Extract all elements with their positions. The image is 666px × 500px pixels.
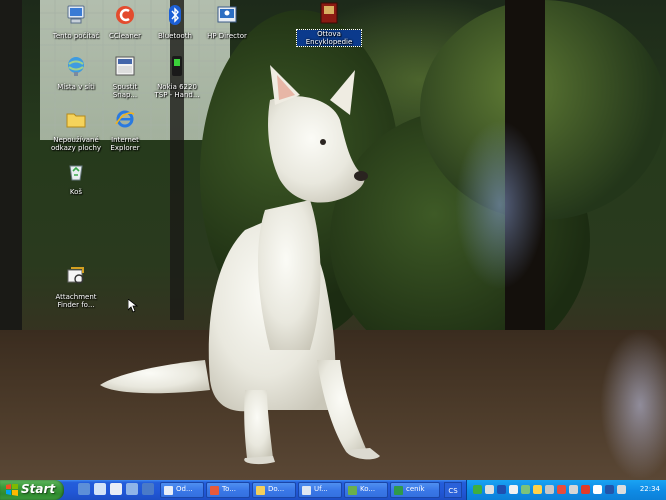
tray-icon[interactable] xyxy=(593,485,602,494)
window-icon xyxy=(348,486,357,495)
internet-explorer-icon xyxy=(115,110,135,128)
quick-launch-folder-icon[interactable] xyxy=(142,483,154,495)
hp-director-icon xyxy=(217,6,237,23)
desktop-icon-hp-director[interactable]: HP Director xyxy=(195,4,259,40)
taskbar-button[interactable]: ceník xyxy=(390,482,440,498)
quick-launch-media-icon[interactable] xyxy=(126,483,138,495)
tray-icon[interactable] xyxy=(545,485,554,494)
desktop-icon-internet-explorer[interactable]: Internet Explorer xyxy=(93,108,157,152)
phone-icon xyxy=(172,56,182,76)
quick-launch-messenger-icon[interactable] xyxy=(94,483,106,495)
tray-icon[interactable] xyxy=(569,485,578,494)
taskbar-button-label: Do... xyxy=(268,485,285,493)
window-icon xyxy=(164,486,173,495)
desktop-icon-nokia-6220[interactable]: Nokia 6220 TSP - Hand... xyxy=(145,55,209,99)
wallpaper-glare xyxy=(455,120,545,290)
recycle-bin-icon xyxy=(69,165,83,181)
tray-icon[interactable] xyxy=(497,485,506,494)
tray-icon[interactable] xyxy=(557,485,566,494)
wallpaper-post xyxy=(0,0,22,330)
desktop-icon-label: Attachment Finder fo... xyxy=(55,293,97,309)
snap-app-icon xyxy=(115,56,135,76)
taskbar-button[interactable]: Ko... xyxy=(344,482,388,498)
folder-icon xyxy=(66,113,86,128)
quick-launch-explorer-icon[interactable] xyxy=(78,483,90,495)
system-tray: 22:34 xyxy=(466,480,666,500)
clock[interactable]: 22:34 xyxy=(640,485,660,493)
language-indicator[interactable]: CS xyxy=(444,482,462,498)
tray-icon[interactable] xyxy=(581,485,590,494)
quick-launch-desktop-icon[interactable] xyxy=(110,483,122,495)
taskbar-button-label: Uf... xyxy=(314,485,328,493)
windows-flag-icon xyxy=(6,484,18,496)
window-icon xyxy=(256,486,265,495)
taskbar-button[interactable]: Do... xyxy=(252,482,296,498)
desktop-icon-attachment-finder[interactable]: Attachment Finder fo... xyxy=(44,265,108,309)
window-icon xyxy=(302,486,311,495)
taskbar-button-label: ceník xyxy=(406,485,425,493)
desktop-icon-recycle-bin[interactable]: Koš xyxy=(44,160,108,196)
network-globe-icon xyxy=(68,57,84,76)
start-label: Start xyxy=(21,482,56,496)
mouse-pointer-icon xyxy=(128,299,138,313)
tray-icon[interactable] xyxy=(509,485,518,494)
tray-icon[interactable] xyxy=(473,485,482,494)
taskbar-button[interactable]: Od... xyxy=(160,482,204,498)
taskbar-button-label: Ko... xyxy=(360,485,376,493)
desktop-icon-label: Nokia 6220 TSP - Hand... xyxy=(154,83,200,99)
start-button[interactable]: Start xyxy=(0,480,64,500)
computer-icon xyxy=(67,5,85,24)
taskbar-button[interactable]: Uf... xyxy=(298,482,342,498)
desktop-icon-label: Koš xyxy=(69,188,83,196)
excel-icon xyxy=(394,486,403,495)
desktop-icon-ottova-encyklopedie[interactable]: Ottova Encyklopedie xyxy=(296,2,362,47)
window-icon xyxy=(210,486,219,495)
desktop-icon-label: HP Director xyxy=(207,32,247,40)
taskbar: Start Od... To... Do... Uf... Ko... cení… xyxy=(0,480,666,500)
taskbar-button-label: To... xyxy=(222,485,236,493)
volume-icon[interactable] xyxy=(617,485,626,494)
tray-icon[interactable] xyxy=(605,485,614,494)
tray-icon[interactable] xyxy=(485,485,494,494)
tray-icon[interactable] xyxy=(521,485,530,494)
bluetooth-icon xyxy=(169,5,181,25)
desktop-icon-label: Internet Explorer xyxy=(110,136,140,152)
taskbar-button-label: Od... xyxy=(176,485,193,493)
tray-icon[interactable] xyxy=(533,485,542,494)
taskbar-button[interactable]: To... xyxy=(206,482,250,498)
attachment-finder-icon xyxy=(67,267,84,284)
ccleaner-icon xyxy=(116,6,134,24)
encyclopedia-book-icon xyxy=(320,2,338,24)
desktop-icon-label: Ottova Encyklopedie xyxy=(296,29,362,47)
